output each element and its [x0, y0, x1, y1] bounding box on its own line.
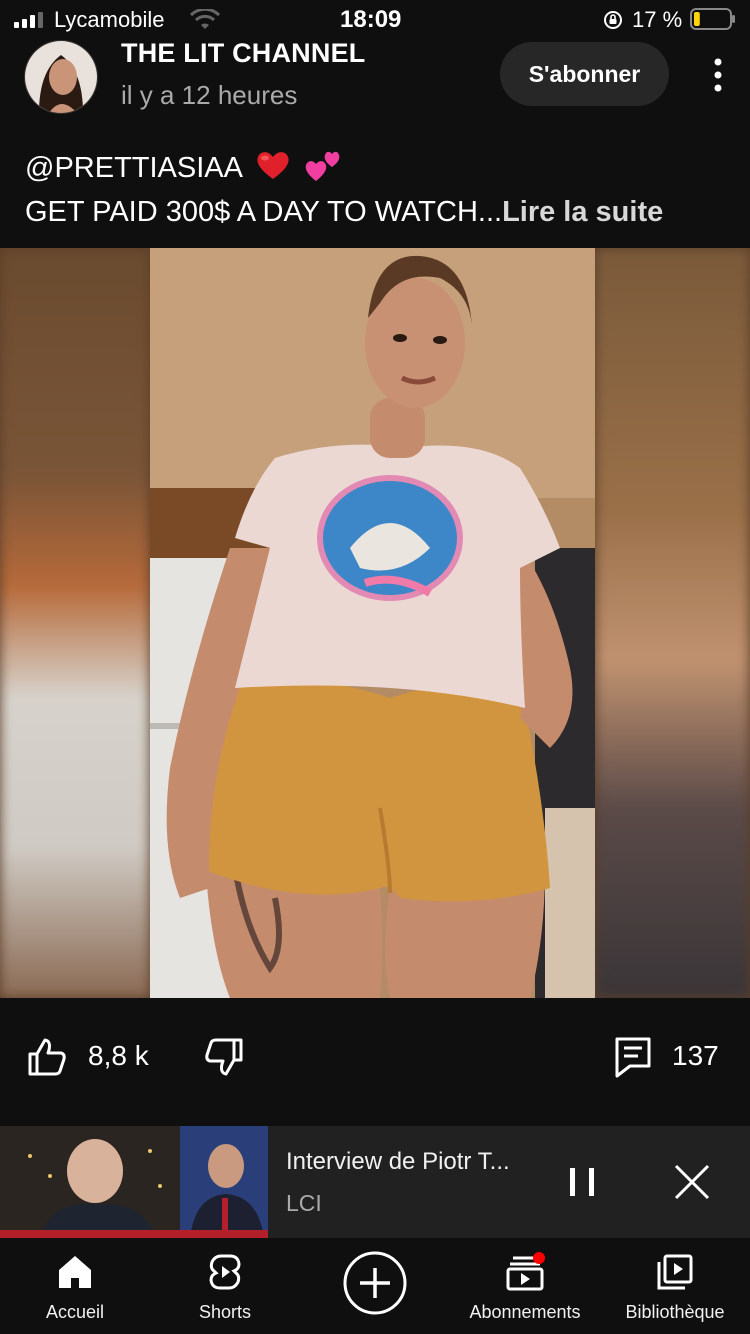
battery-percent: 17 %: [632, 7, 683, 32]
comment-count: 137: [672, 1040, 719, 1071]
nav-label-library: Bibliothèque: [625, 1302, 725, 1322]
description-line-1: @PRETTIASIAA: [25, 146, 663, 190]
bottom-navigation: Accueil Shorts Abonnements Bibliothèque: [0, 1238, 750, 1334]
library-icon: [657, 1254, 693, 1290]
mini-player[interactable]: Interview de Piotr T... LCI: [0, 1126, 750, 1238]
nav-label-subscriptions: Abonnements: [469, 1302, 581, 1322]
nav-label-home: Accueil: [45, 1302, 105, 1322]
battery-icon: [690, 8, 735, 30]
notification-dot: [533, 1252, 545, 1264]
mini-player-title[interactable]: Interview de Piotr T...: [286, 1148, 510, 1176]
two-hearts-emoji: [305, 151, 339, 181]
close-icon[interactable]: [672, 1162, 712, 1202]
mini-player-channel: LCI: [286, 1190, 322, 1216]
rotation-lock-icon: [604, 11, 622, 29]
subscribe-button[interactable]: S'abonner: [500, 42, 669, 106]
read-more-link[interactable]: Lire la suite: [502, 196, 663, 228]
status-bar: Lycamobile 18:09 17 %: [0, 0, 750, 40]
dislike-icon[interactable]: [203, 1036, 245, 1078]
nav-item-shorts[interactable]: Shorts: [150, 1238, 300, 1334]
home-icon: [59, 1256, 91, 1288]
video-player[interactable]: [0, 248, 750, 998]
nav-item-create[interactable]: [300, 1238, 450, 1334]
carrier-name: Lycamobile: [54, 7, 165, 32]
mini-player-thumbnail[interactable]: [0, 1126, 268, 1238]
clock: 18:09: [340, 6, 402, 33]
like-count: 8,8 k: [88, 1040, 149, 1071]
channel-name[interactable]: THE LIT CHANNEL: [121, 38, 365, 69]
create-icon: [343, 1251, 407, 1315]
subscriptions-icon: [506, 1252, 545, 1291]
like-icon[interactable]: [26, 1036, 68, 1078]
red-heart-emoji: [257, 152, 290, 179]
mention-text: @PRETTIASIAA: [25, 152, 242, 184]
video-description[interactable]: @PRETTIASIAA GET PAID 300$ A DAY TO WATC…: [25, 146, 663, 234]
wifi-icon: [190, 9, 220, 29]
nav-label-shorts: Shorts: [198, 1302, 252, 1322]
video-blur-right: [595, 248, 750, 998]
channel-avatar[interactable]: [24, 40, 98, 114]
video-blur-left: [0, 248, 150, 998]
signal-icon: [14, 12, 43, 28]
shorts-icon: [209, 1254, 241, 1290]
pause-icon[interactable]: [566, 1164, 598, 1200]
nav-item-library[interactable]: Bibliothèque: [600, 1238, 750, 1334]
comment-icon[interactable]: [614, 1036, 652, 1078]
video-frame: [150, 248, 595, 998]
nav-item-home[interactable]: Accueil: [0, 1238, 150, 1334]
post-timestamp: il y a 12 heures: [121, 80, 298, 110]
more-options-icon[interactable]: [706, 56, 730, 94]
nav-item-subscriptions[interactable]: Abonnements: [450, 1238, 600, 1334]
description-line-2: GET PAID 300$ A DAY TO WATCH...Lire la s…: [25, 190, 663, 234]
description-text: GET PAID 300$ A DAY TO WATCH...: [25, 196, 503, 228]
